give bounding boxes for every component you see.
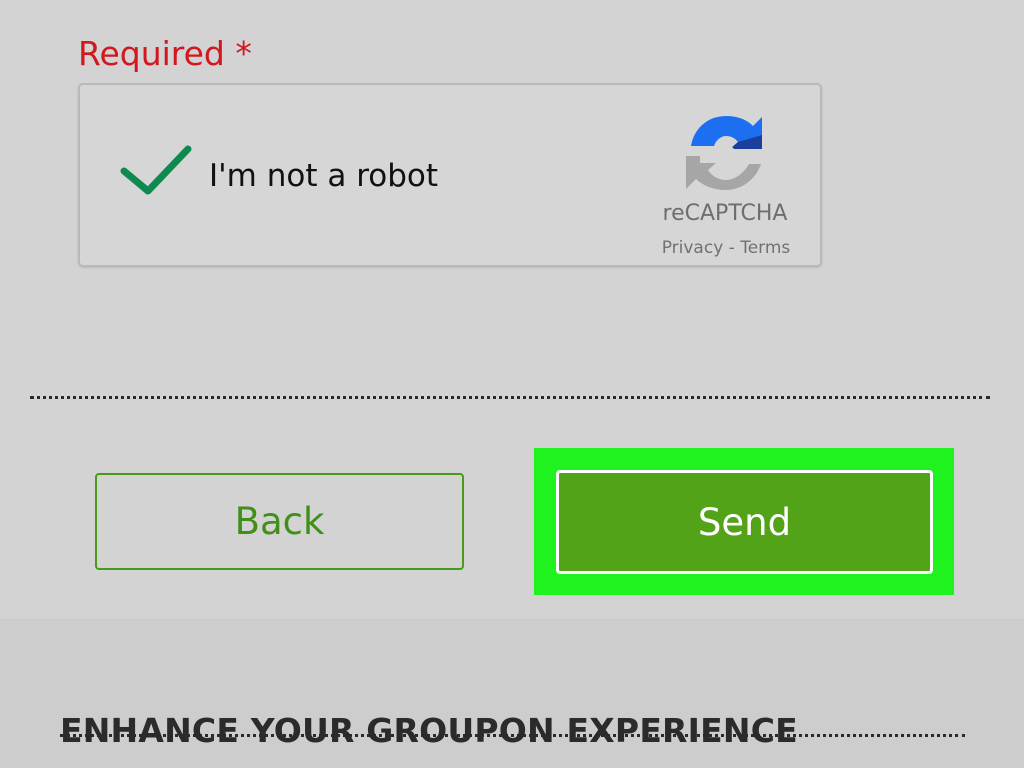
- section-title-divider: [60, 734, 965, 737]
- section-divider: [30, 396, 990, 399]
- recaptcha-brand: reCAPTCHA: [662, 201, 788, 226]
- links-separator: -: [723, 238, 741, 258]
- recaptcha-logo-icon: [686, 116, 762, 190]
- terms-link[interactable]: Terms: [740, 238, 790, 258]
- checkmark-icon[interactable]: [120, 141, 192, 199]
- recaptcha-widget: I'm not a robot reCAPTCHA Privacy - Term…: [78, 83, 822, 267]
- enhance-experience-section: ENHANCE YOUR GROUPON EXPERIENCE: [0, 620, 1024, 768]
- section-title: ENHANCE YOUR GROUPON EXPERIENCE: [60, 711, 798, 751]
- robot-checkbox-label[interactable]: I'm not a robot: [209, 157, 438, 195]
- required-label: Required *: [78, 34, 252, 73]
- back-button[interactable]: Back: [95, 473, 464, 570]
- privacy-link[interactable]: Privacy: [662, 238, 724, 258]
- send-button[interactable]: Send: [556, 470, 933, 574]
- recaptcha-links: Privacy - Terms: [640, 237, 812, 259]
